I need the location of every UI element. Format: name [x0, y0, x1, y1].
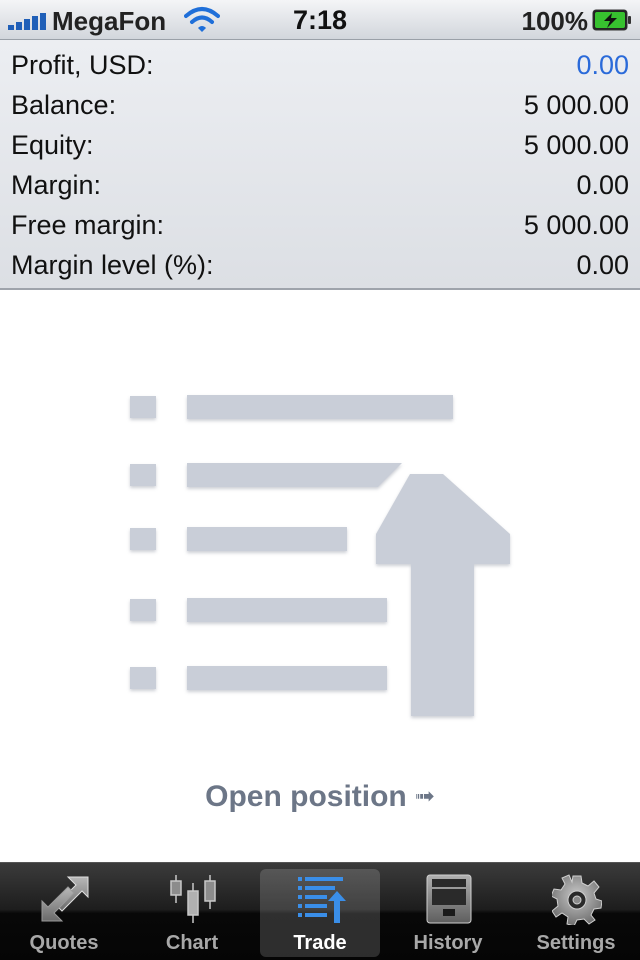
- tab-settings[interactable]: Settings: [516, 869, 636, 957]
- open-position-label: Open position: [205, 780, 407, 813]
- status-bar: MegaFon 7:18 100%: [0, 0, 640, 40]
- account-summary: Profit, USD: 0.00 Balance: 5 000.00 Equi…: [0, 40, 640, 290]
- quotes-icon: [41, 876, 89, 922]
- tab-bar: Quotes Chart Trade History Settings: [0, 862, 640, 960]
- margin-value: 0.00: [576, 170, 629, 200]
- tab-trade-label: Trade: [293, 932, 347, 954]
- balance-value: 5 000.00: [523, 90, 629, 120]
- trade-list-icon: [298, 877, 346, 923]
- tab-chart[interactable]: Chart: [132, 869, 252, 957]
- tab-quotes[interactable]: Quotes: [4, 869, 124, 957]
- tab-history[interactable]: History: [388, 869, 508, 957]
- summary-row-balance: Balance: 5 000.00: [0, 85, 640, 125]
- tab-settings-label: Settings: [536, 932, 616, 954]
- summary-row-free-margin: Free margin: 5 000.00: [0, 205, 640, 245]
- profit-label: Profit, USD:: [11, 50, 154, 80]
- arrow-right-icon: ➟: [414, 783, 435, 810]
- tab-quotes-label: Quotes: [29, 932, 99, 954]
- summary-row-equity: Equity: 5 000.00: [0, 125, 640, 165]
- tab-chart-label: Chart: [165, 932, 219, 954]
- summary-row-profit: Profit, USD: 0.00: [0, 45, 640, 85]
- archive-box-icon: [426, 874, 472, 924]
- candlestick-chart-icon: [170, 875, 216, 923]
- battery-percentage: 100%: [521, 6, 589, 36]
- free-margin-value: 5 000.00: [523, 210, 629, 240]
- battery-charging-icon: [592, 9, 631, 31]
- profit-value: 0.00: [576, 50, 629, 80]
- equity-label: Equity:: [11, 130, 94, 160]
- summary-row-margin-level: Margin level (%): 0.00: [0, 245, 640, 285]
- tab-trade[interactable]: Trade: [260, 869, 380, 957]
- balance-label: Balance:: [11, 90, 117, 120]
- gear-icon: [552, 874, 602, 925]
- open-position-button[interactable]: Open position ➟: [0, 780, 640, 824]
- free-margin-label: Free margin:: [11, 210, 165, 240]
- margin-level-value: 0.00: [576, 250, 629, 280]
- equity-value: 5 000.00: [523, 130, 629, 160]
- margin-level-label: Margin level (%):: [11, 250, 214, 280]
- summary-row-margin: Margin: 0.00: [0, 165, 640, 205]
- empty-trade-list-illustration: [130, 395, 510, 716]
- tab-history-label: History: [413, 932, 483, 954]
- margin-label: Margin:: [11, 170, 102, 200]
